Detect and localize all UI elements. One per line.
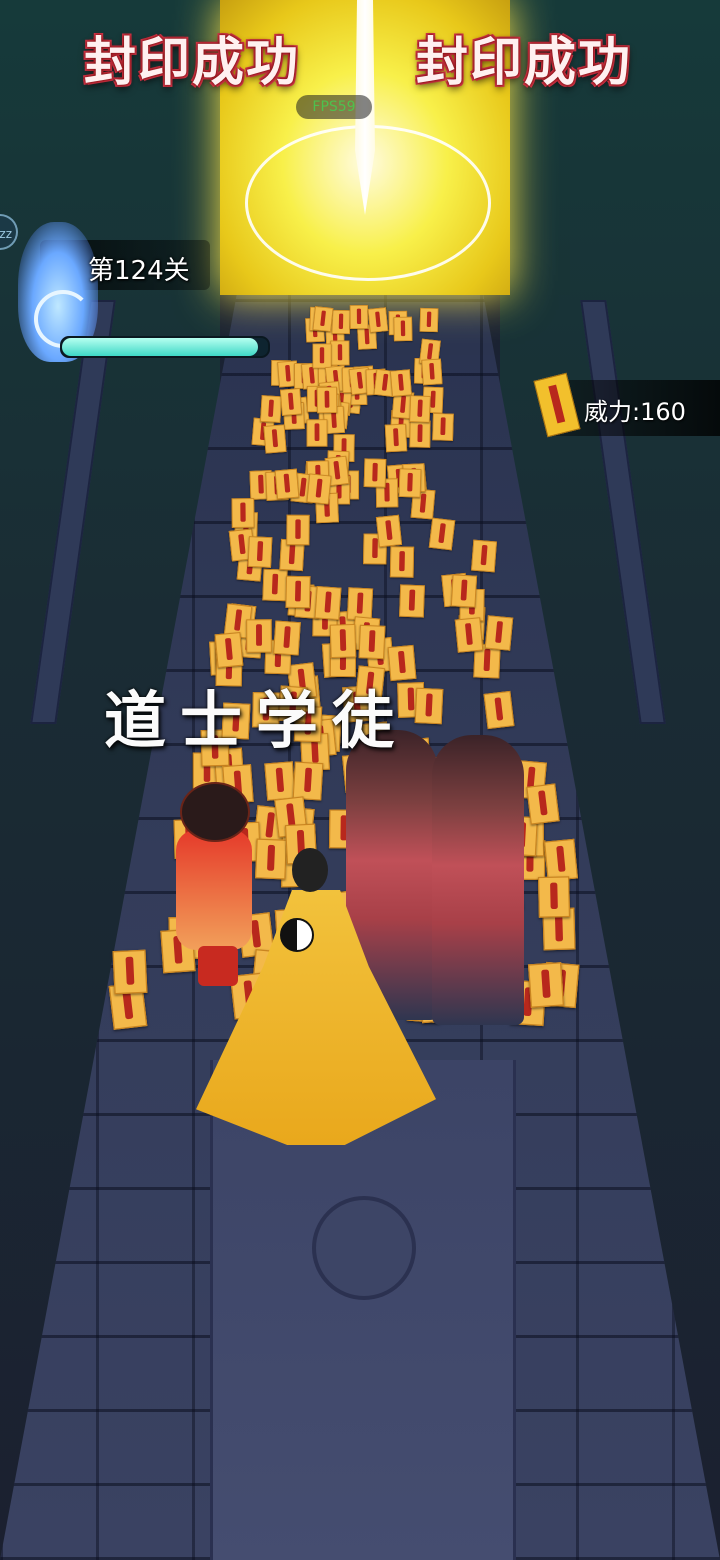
- talisman-icon: [285, 575, 311, 608]
- red-child-body: [176, 830, 252, 950]
- talisman-icon: [330, 340, 350, 366]
- talisman-icon: [330, 623, 357, 658]
- talisman-icon: [255, 838, 288, 880]
- talisman-icon: [264, 760, 296, 801]
- talisman-icon: [471, 539, 498, 573]
- fps-counter: FPS59: [296, 95, 372, 119]
- talisman-icon: [306, 473, 332, 505]
- talisman-icon: [316, 386, 338, 413]
- talisman-icon: [398, 584, 425, 619]
- talisman-icon: [421, 358, 443, 386]
- talisman-icon: [293, 761, 324, 801]
- talisman-icon: [263, 424, 287, 454]
- yin-yang-icon: [280, 918, 314, 952]
- red-child-head: [180, 782, 250, 842]
- talisman-icon: [414, 687, 444, 725]
- talisman-icon: [259, 395, 282, 424]
- talisman-icon: [526, 783, 560, 825]
- seal-success-banner-right: 封印成功: [416, 32, 633, 93]
- talisman-icon: [262, 569, 288, 602]
- talisman-icon: [390, 369, 413, 397]
- talisman-icon: [431, 413, 454, 441]
- floor-emblem: [312, 1196, 416, 1300]
- talisman-icon: [312, 343, 332, 369]
- talisman-icon: [428, 517, 456, 551]
- talisman-icon: [390, 546, 415, 578]
- game-scene: [0, 0, 720, 1560]
- talisman-icon: [367, 306, 389, 333]
- hp-bar: [60, 336, 270, 358]
- power-value: 威力:160: [584, 398, 686, 426]
- talisman-icon: [231, 497, 255, 528]
- talisman-icon: [273, 620, 301, 656]
- red-child-legs: [198, 946, 238, 986]
- talisman-icon: [306, 418, 328, 447]
- talisman-icon: [314, 585, 342, 620]
- seal-success-banner-left: 封印成功: [84, 32, 301, 93]
- skill-popup-text: 道士学徒: [104, 684, 409, 757]
- talisman-icon: [538, 876, 571, 918]
- talisman-icon: [280, 388, 303, 417]
- talisman-icon: [312, 306, 333, 333]
- talisman-icon: [527, 962, 564, 1008]
- female-ghost-right: [432, 735, 524, 1025]
- talisman-icon: [484, 615, 514, 652]
- talisman-icon: [398, 467, 422, 498]
- talisman-icon: [286, 514, 310, 546]
- talisman-icon: [544, 839, 579, 882]
- talisman-icon: [408, 420, 431, 449]
- talisman-icon: [376, 514, 403, 548]
- talisman-icon: [358, 625, 386, 660]
- talisman-icon: [331, 309, 351, 334]
- talisman-icon: [455, 616, 484, 653]
- hp-bar-fill: [62, 338, 258, 356]
- talisman-icon: [112, 950, 148, 995]
- talisman-icon: [483, 691, 515, 730]
- talisman-icon: [214, 632, 244, 669]
- talisman-icon: [409, 395, 431, 423]
- talisman-icon: [363, 458, 387, 488]
- talisman-icon: [450, 574, 477, 608]
- talisman-icon: [347, 587, 374, 621]
- talisman-icon: [274, 469, 300, 500]
- talisman-icon: [246, 619, 272, 653]
- talisman-icon: [393, 316, 413, 341]
- taoist-player-head: [292, 848, 328, 892]
- talisman-icon: [349, 305, 369, 330]
- talisman-icon: [419, 307, 439, 332]
- level-label: 第124关: [88, 256, 190, 286]
- talisman-icon: [384, 423, 407, 453]
- talisman-icon: [247, 535, 273, 568]
